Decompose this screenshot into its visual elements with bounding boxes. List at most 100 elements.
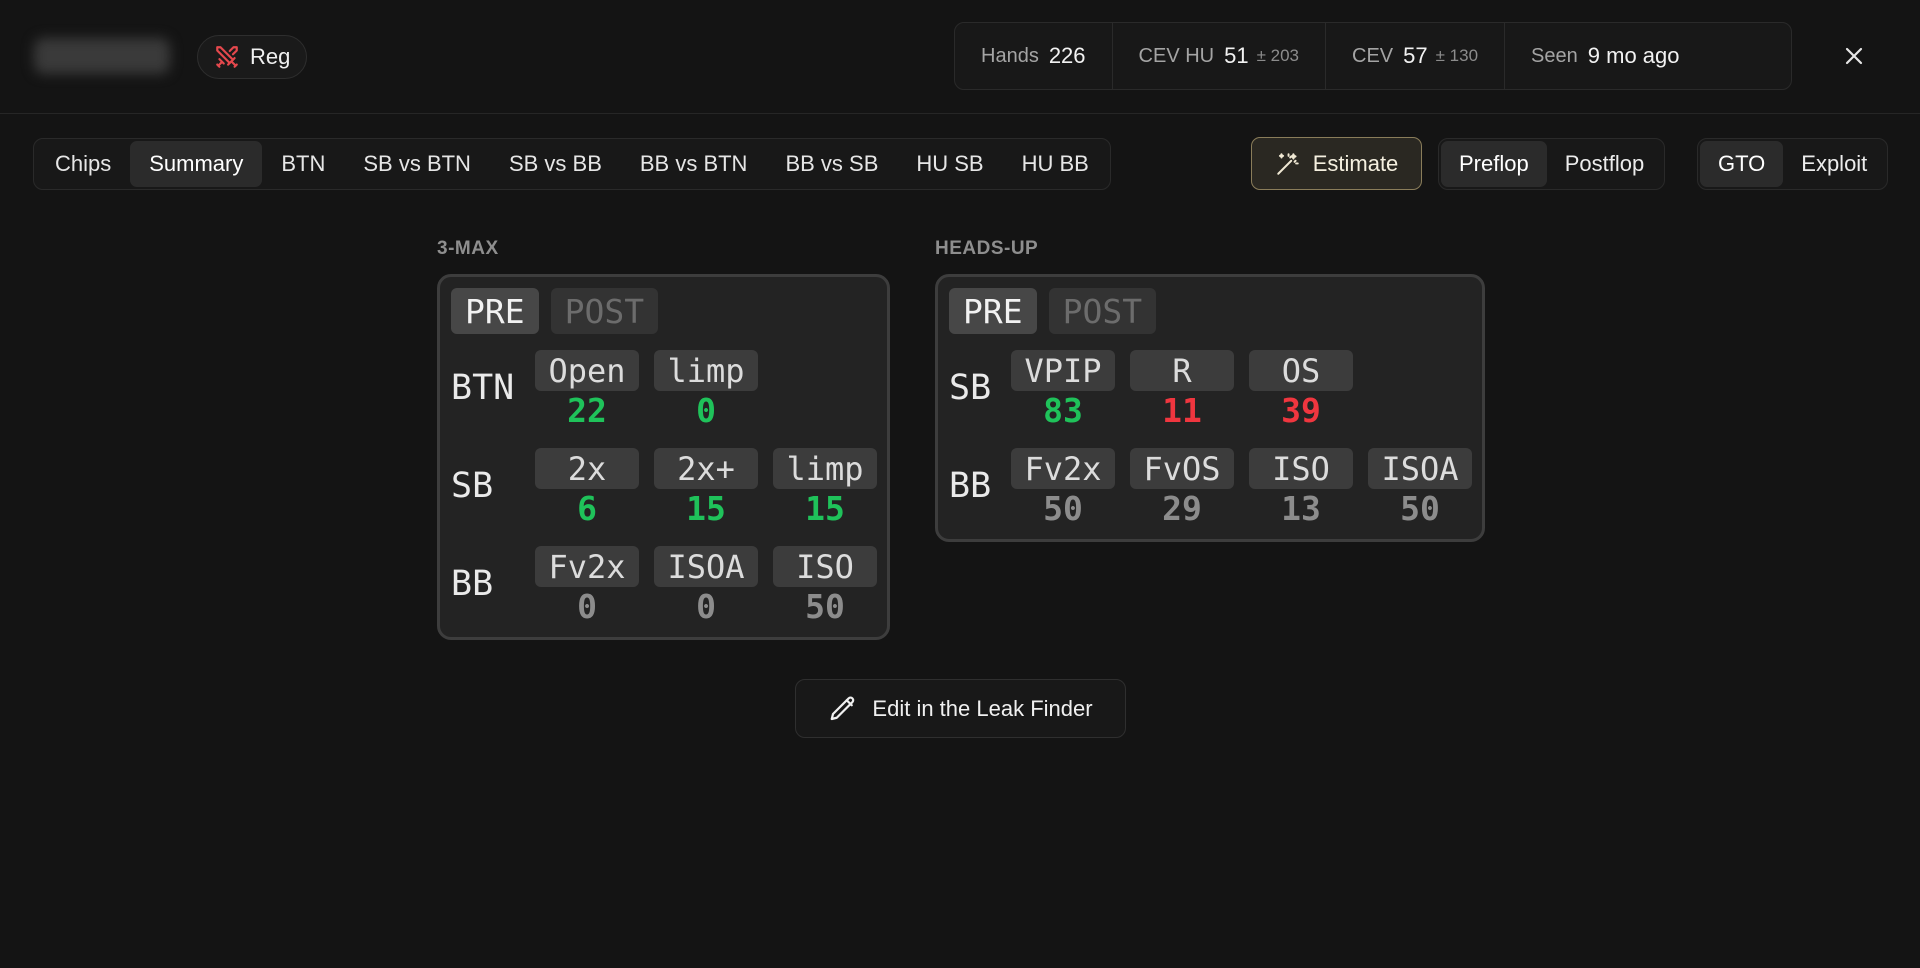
stat-cell-value: 50 — [1043, 489, 1083, 528]
stat-cell-label: 2x+ — [654, 448, 758, 489]
estimate-label: Estimate — [1312, 150, 1399, 176]
stat-cell-isoa[interactable]: ISOA 0 — [654, 546, 758, 627]
tab-chips[interactable]: Chips — [36, 141, 130, 187]
tab-sb-vs-btn[interactable]: SB vs BTN — [344, 141, 490, 187]
stat-cell-value: 13 — [1281, 489, 1321, 528]
stat-cell-fv2x[interactable]: Fv2x 50 — [1011, 448, 1115, 529]
stat-cell-label: limp — [773, 448, 877, 489]
stat-cell-label: ISO — [773, 546, 877, 587]
stat-cell-r[interactable]: R 11 — [1130, 350, 1234, 431]
stat-label: CEV HU — [1138, 44, 1215, 67]
tab-sb-vs-bb[interactable]: SB vs BB — [490, 141, 621, 187]
position-label-bb: BB — [451, 564, 494, 604]
stat-cell-value: 50 — [1400, 489, 1440, 528]
tab-hu-bb[interactable]: HU BB — [1003, 141, 1108, 187]
stat-cell-value: 39 — [1281, 391, 1321, 430]
stat-seen: Seen 9 mo ago — [1505, 23, 1705, 89]
stat-cev-hu: CEV HU 51 ± 203 — [1113, 23, 1327, 89]
stat-cell-label: OS — [1249, 350, 1353, 391]
stat-cell-2x-plus[interactable]: 2x+ 15 — [654, 448, 758, 529]
stat-cell-fvos[interactable]: FvOS 29 — [1130, 448, 1234, 529]
three-max-mode-toggle: PRE POST — [451, 288, 659, 334]
header: Reg Hands 226 CEV HU 51 ± 203 CEV 57 ± 1… — [0, 0, 1920, 114]
stat-cell-open[interactable]: Open 22 — [535, 350, 639, 431]
position-label-sb: SB — [949, 368, 992, 408]
mode-post[interactable]: POST — [550, 288, 659, 334]
stat-value: 51 — [1224, 43, 1249, 68]
stat-cell-vpip[interactable]: VPIP 83 — [1011, 350, 1115, 431]
stat-value: 57 — [1403, 43, 1428, 68]
stat-cell-value: 15 — [805, 489, 845, 528]
player-name-blurred — [34, 38, 170, 74]
mode-post[interactable]: POST — [1048, 288, 1157, 334]
three-max-panel: PRE POST BTN Open 22 limp 0 SB 2x 6 2x+ … — [437, 274, 890, 640]
stat-label: Seen — [1531, 44, 1578, 67]
stat-cell-isoa[interactable]: ISOA 50 — [1368, 448, 1472, 529]
stat-cell-label: R — [1130, 350, 1234, 391]
stat-deviation: ± 130 — [1435, 46, 1479, 65]
stat-value: 226 — [1048, 43, 1086, 68]
stat-cell-label: Fv2x — [535, 546, 639, 587]
position-label-sb: SB — [451, 466, 494, 506]
stat-cell-value: 22 — [567, 391, 607, 430]
stat-cell-iso[interactable]: ISO 50 — [773, 546, 877, 627]
stat-cell-label: VPIP — [1011, 350, 1115, 391]
pencil-icon — [831, 695, 855, 720]
tab-btn[interactable]: BTN — [262, 141, 344, 187]
stat-cell-label: Fv2x — [1011, 448, 1115, 489]
option-gto[interactable]: GTO — [1700, 141, 1784, 187]
view-tabs: Chips Summary BTN SB vs BTN SB vs BB BB … — [33, 138, 1111, 190]
stat-cell-os[interactable]: OS 39 — [1249, 350, 1353, 431]
heads-up-mode-toggle: PRE POST — [949, 288, 1157, 334]
position-label-bb: BB — [949, 466, 992, 506]
option-exploit[interactable]: Exploit — [1783, 141, 1885, 187]
stat-cell-label: limp — [654, 350, 758, 391]
stat-cell-value: 0 — [696, 587, 716, 626]
stat-cell-fv2x[interactable]: Fv2x 0 — [535, 546, 639, 627]
stat-label: CEV — [1352, 44, 1394, 67]
mode-pre[interactable]: PRE — [949, 288, 1037, 334]
stat-cell-value: 50 — [805, 587, 845, 626]
stat-value: 9 mo ago — [1587, 43, 1680, 68]
tab-bb-vs-btn[interactable]: BB vs BTN — [621, 141, 767, 187]
stat-cell-2x[interactable]: 2x 6 — [535, 448, 639, 529]
tab-summary[interactable]: Summary — [130, 141, 263, 187]
strategy-mode-toggle: GTO Exploit — [1697, 138, 1889, 190]
stat-cell-label: 2x — [535, 448, 639, 489]
stat-cell-value: 83 — [1043, 391, 1083, 430]
crossed-swords-icon — [216, 46, 238, 68]
stat-cell-iso[interactable]: ISO 13 — [1249, 448, 1353, 529]
phase-toggle: Preflop Postflop — [1438, 138, 1666, 190]
stat-cell-value: 0 — [577, 587, 597, 626]
stat-cell-limp[interactable]: limp 0 — [654, 350, 758, 431]
close-icon — [1845, 47, 1863, 65]
tab-hu-sb[interactable]: HU SB — [897, 141, 1002, 187]
stat-label: Hands — [981, 44, 1039, 67]
edit-in-leak-finder-button[interactable]: Edit in the Leak Finder — [795, 679, 1126, 738]
leak-finder-label: Edit in the Leak Finder — [872, 695, 1093, 721]
stat-cell-value: 11 — [1162, 391, 1202, 430]
stats-bar: Hands 226 CEV HU 51 ± 203 CEV 57 ± 130 S… — [954, 22, 1792, 90]
stat-cell-limp[interactable]: limp 15 — [773, 448, 877, 529]
magic-wand-icon — [1276, 152, 1299, 175]
mode-pre[interactable]: PRE — [451, 288, 539, 334]
stat-hands: Hands 226 — [955, 23, 1113, 89]
stat-cell-label: ISO — [1249, 448, 1353, 489]
stat-cev: CEV 57 ± 130 — [1326, 23, 1506, 89]
estimate-button[interactable]: Estimate — [1251, 137, 1422, 190]
stat-cell-label: Open — [535, 350, 639, 391]
reg-badge[interactable]: Reg — [197, 35, 308, 79]
stat-cell-label: FvOS — [1130, 448, 1234, 489]
option-postflop[interactable]: Postflop — [1547, 141, 1663, 187]
reg-badge-label: Reg — [250, 44, 291, 69]
tab-bb-vs-sb[interactable]: BB vs SB — [766, 141, 897, 187]
stat-deviation: ± 203 — [1256, 46, 1300, 65]
option-preflop[interactable]: Preflop — [1441, 141, 1547, 187]
stat-cell-value: 29 — [1162, 489, 1202, 528]
stat-cell-label: ISOA — [1368, 448, 1472, 489]
heads-up-panel: PRE POST SB VPIP 83 R 11 OS 39 BB Fv2x 5… — [935, 274, 1485, 542]
close-button[interactable] — [1834, 36, 1874, 76]
stat-cell-label: ISOA — [654, 546, 758, 587]
stat-cell-value: 0 — [696, 391, 716, 430]
section-title-3max: 3-MAX — [437, 238, 499, 259]
